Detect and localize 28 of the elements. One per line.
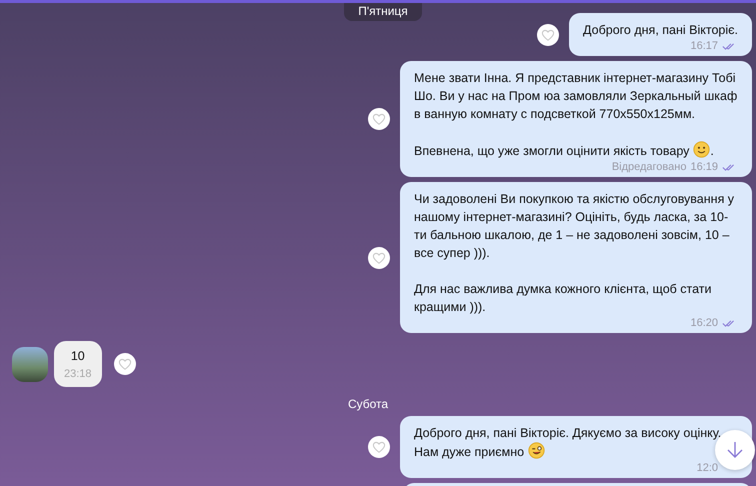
- heart-icon: [541, 28, 556, 42]
- like-button[interactable]: [368, 108, 390, 130]
- date-label: П'ятниця: [344, 3, 422, 21]
- message-time: 23:18: [64, 367, 92, 382]
- message-time: 16:19: [690, 160, 718, 174]
- message-text: Для нас важлива думка кожного клієнта, щоб стати кращими ))).: [414, 282, 712, 314]
- message-time: 12:0: [696, 461, 718, 475]
- message-text: Доброго дня, пані Вікторіє. Дякуємо за високу оцінку. Нам дуже приємно: [414, 426, 722, 459]
- message-text: Доброго дня, пані Вікторіє.: [583, 23, 738, 37]
- arrow-down-icon: [725, 440, 745, 460]
- message-text: 10: [70, 348, 85, 365]
- like-button[interactable]: [537, 24, 560, 46]
- like-button[interactable]: [114, 353, 136, 375]
- like-button[interactable]: [368, 436, 390, 458]
- heart-icon: [118, 357, 132, 371]
- like-button[interactable]: [368, 246, 390, 268]
- message-text: Чи задоволені Ви покупкою та якістю обслуговування у нашому інтернет-магазині? Оцініть, будь ласка, за 10-ти бальною шкалою, де 1 – не задоволені зовсім, 10 – все супер ))).: [414, 192, 734, 260]
- message-text: Впевнена, що уже змогли оцінити якість товару: [414, 144, 690, 158]
- message-text: Мене звати Інна. Я представник інтернет-магазину Тобі Шо. Ви у нас на Пром юа замовляли Зеркальный шкаф в ванную комнату с подсветкой 770х550х125мм.: [414, 71, 738, 121]
- message-time: 16:20: [690, 316, 718, 330]
- avatar-photo-placeholder[interactable]: [12, 346, 48, 382]
- message-text: .: [710, 144, 714, 158]
- edited-label: Відредаговано: [612, 160, 686, 174]
- date-label: Субота: [348, 397, 388, 411]
- heart-icon: [372, 440, 386, 454]
- heart-icon: [372, 250, 386, 264]
- message-time: 16:17: [690, 39, 718, 53]
- heart-icon: [372, 112, 386, 126]
